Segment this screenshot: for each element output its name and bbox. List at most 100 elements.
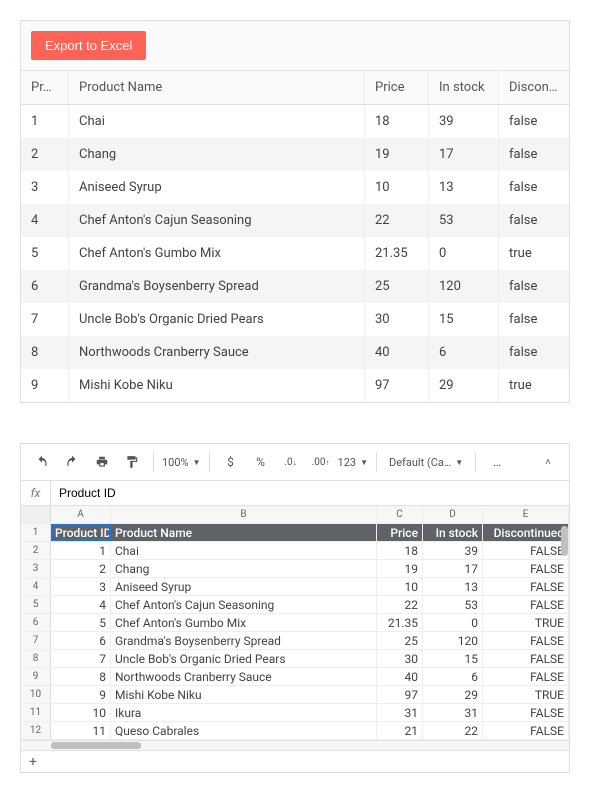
row-header[interactable]: 3 xyxy=(21,560,51,577)
table-row[interactable]: 9Mishi Kobe Niku9729true xyxy=(21,369,569,402)
cell-B6[interactable]: Chef Anton's Gumbo Mix xyxy=(111,614,377,631)
increase-decimal-button[interactable]: .00↑ xyxy=(308,450,334,474)
row-header[interactable]: 12 xyxy=(21,722,51,739)
undo-button[interactable] xyxy=(29,450,55,474)
cell-E4[interactable]: FALSE xyxy=(483,578,569,595)
add-sheet-button[interactable]: + xyxy=(21,754,45,770)
cell-C12[interactable]: 21 xyxy=(377,722,423,739)
cell-E5[interactable]: FALSE xyxy=(483,596,569,613)
spreadsheet-grid[interactable]: A B C D E 1Product IDProduct NamePriceIn… xyxy=(21,506,569,740)
cell-D10[interactable]: 29 xyxy=(423,686,483,703)
cell-B4[interactable]: Aniseed Syrup xyxy=(111,578,377,595)
table-row[interactable]: 4Chef Anton's Cajun Seasoning2253false xyxy=(21,204,569,237)
cell-C4[interactable]: 10 xyxy=(377,578,423,595)
table-row[interactable]: 5Chef Anton's Gumbo Mix21.350true xyxy=(21,237,569,270)
cell-C9[interactable]: 40 xyxy=(377,668,423,685)
horizontal-scrollbar[interactable] xyxy=(21,740,569,750)
cell-A8[interactable]: 7 xyxy=(51,650,111,667)
col-header-B[interactable]: B xyxy=(111,506,377,523)
col-header-price[interactable]: Price xyxy=(365,71,429,104)
col-header-D[interactable]: D xyxy=(423,506,483,523)
cell-E10[interactable]: TRUE xyxy=(483,686,569,703)
row-header[interactable]: 10 xyxy=(21,686,51,703)
cell-B11[interactable]: Ikura xyxy=(111,704,377,721)
cell-B2[interactable]: Chai xyxy=(111,542,377,559)
cell-B7[interactable]: Grandma's Boysenberry Spread xyxy=(111,632,377,649)
table-row[interactable]: 3Aniseed Syrup1013false xyxy=(21,171,569,204)
row-header[interactable]: 1 xyxy=(21,524,51,541)
cell-E7[interactable]: FALSE xyxy=(483,632,569,649)
col-header-disc[interactable]: Discon… xyxy=(499,71,569,104)
row-header[interactable]: 8 xyxy=(21,650,51,667)
percent-button[interactable]: % xyxy=(248,450,274,474)
formula-input[interactable] xyxy=(51,481,569,505)
cell-A11[interactable]: 10 xyxy=(51,704,111,721)
cell-E12[interactable]: FALSE xyxy=(483,722,569,739)
cell-D7[interactable]: 120 xyxy=(423,632,483,649)
cell-A4[interactable]: 3 xyxy=(51,578,111,595)
zoom-dropdown[interactable]: 100% ▼ xyxy=(162,456,201,469)
table-row[interactable]: 1Chai1839false xyxy=(21,105,569,138)
row-header[interactable]: 4 xyxy=(21,578,51,595)
currency-button[interactable]: $ xyxy=(218,450,244,474)
decrease-decimal-button[interactable]: .0↓ xyxy=(278,450,304,474)
col-header-name[interactable]: Product Name xyxy=(69,71,365,104)
redo-button[interactable] xyxy=(59,450,85,474)
cell-C5[interactable]: 22 xyxy=(377,596,423,613)
cell-A1[interactable]: Product ID xyxy=(51,524,111,541)
cell-D6[interactable]: 0 xyxy=(423,614,483,631)
row-header[interactable]: 11 xyxy=(21,704,51,721)
cell-D4[interactable]: 13 xyxy=(423,578,483,595)
cell-C8[interactable]: 30 xyxy=(377,650,423,667)
cell-C10[interactable]: 97 xyxy=(377,686,423,703)
table-row[interactable]: 8Northwoods Cranberry Sauce406false xyxy=(21,336,569,369)
cell-E6[interactable]: TRUE xyxy=(483,614,569,631)
cell-A7[interactable]: 6 xyxy=(51,632,111,649)
cell-D8[interactable]: 15 xyxy=(423,650,483,667)
export-excel-button[interactable]: Export to Excel xyxy=(31,31,146,60)
cell-E8[interactable]: FALSE xyxy=(483,650,569,667)
cell-A6[interactable]: 5 xyxy=(51,614,111,631)
cell-A10[interactable]: 9 xyxy=(51,686,111,703)
cell-D2[interactable]: 39 xyxy=(423,542,483,559)
cell-E11[interactable]: FALSE xyxy=(483,704,569,721)
more-tools-button[interactable]: … xyxy=(484,450,510,474)
cell-B8[interactable]: Uncle Bob's Organic Dried Pears xyxy=(111,650,377,667)
cell-D11[interactable]: 31 xyxy=(423,704,483,721)
cell-D3[interactable]: 17 xyxy=(423,560,483,577)
cell-A2[interactable]: 1 xyxy=(51,542,111,559)
cell-E9[interactable]: FALSE xyxy=(483,668,569,685)
row-header[interactable]: 9 xyxy=(21,668,51,685)
cell-A12[interactable]: 11 xyxy=(51,722,111,739)
collapse-toolbar-button[interactable]: ˄ xyxy=(535,450,561,474)
cell-C3[interactable]: 19 xyxy=(377,560,423,577)
cell-D12[interactable]: 22 xyxy=(423,722,483,739)
cell-B3[interactable]: Chang xyxy=(111,560,377,577)
cell-D5[interactable]: 53 xyxy=(423,596,483,613)
col-header-id[interactable]: Pr… xyxy=(21,71,69,104)
cell-A3[interactable]: 2 xyxy=(51,560,111,577)
cell-B1[interactable]: Product Name xyxy=(111,524,377,541)
cell-C2[interactable]: 18 xyxy=(377,542,423,559)
cell-E2[interactable]: FALSE xyxy=(483,542,569,559)
font-dropdown[interactable]: Default (Ca… ▼ xyxy=(385,456,467,469)
col-header-stock[interactable]: In stock xyxy=(429,71,499,104)
cell-E3[interactable]: FALSE xyxy=(483,560,569,577)
scroll-thumb[interactable] xyxy=(51,742,141,749)
cell-B9[interactable]: Northwoods Cranberry Sauce xyxy=(111,668,377,685)
cell-C11[interactable]: 31 xyxy=(377,704,423,721)
number-format-dropdown[interactable]: 123 ▼ xyxy=(338,456,368,469)
cell-D1[interactable]: In stock xyxy=(423,524,483,541)
select-all-corner[interactable] xyxy=(21,506,51,523)
cell-C1[interactable]: Price xyxy=(377,524,423,541)
row-header[interactable]: 5 xyxy=(21,596,51,613)
col-header-E[interactable]: E xyxy=(483,506,569,523)
paint-format-button[interactable] xyxy=(119,450,145,474)
row-header[interactable]: 2 xyxy=(21,542,51,559)
row-header[interactable]: 6 xyxy=(21,614,51,631)
cell-A5[interactable]: 4 xyxy=(51,596,111,613)
cell-B5[interactable]: Chef Anton's Cajun Seasoning xyxy=(111,596,377,613)
row-header[interactable]: 7 xyxy=(21,632,51,649)
cell-B12[interactable]: Queso Cabrales xyxy=(111,722,377,739)
print-button[interactable] xyxy=(89,450,115,474)
